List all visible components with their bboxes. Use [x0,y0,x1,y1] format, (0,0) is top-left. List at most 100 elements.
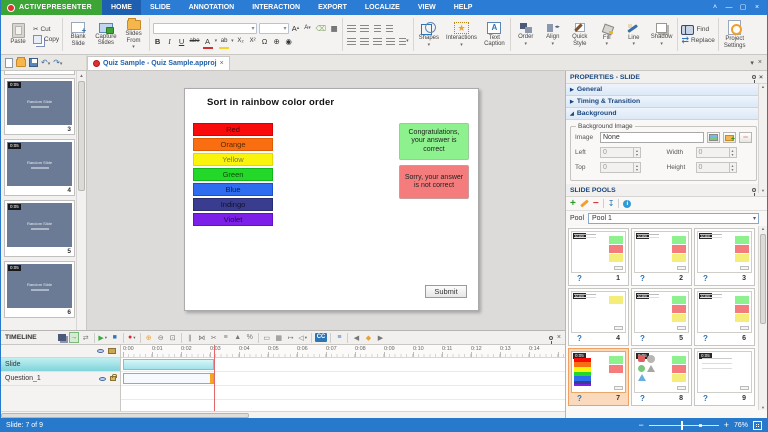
document-tab[interactable]: Quiz Sample - Quiz Sample.approj × [87,56,230,70]
pool-thumb-4[interactable]: 0:05 ? 4 [568,288,629,346]
decrease-indent-icon[interactable] [372,23,382,34]
superscript-button[interactable]: X² [248,36,258,47]
slide-thumb-4[interactable]: 0:05 Random Slide 4 [4,139,75,196]
align-button[interactable]: Align ▾ [541,22,565,47]
cut-button[interactable]: ✂ Cut [33,25,59,34]
question-time-bar[interactable] [123,373,214,384]
slide-title[interactable]: Sort in rainbow color order [207,97,334,108]
all-objects-icon[interactable] [57,332,67,343]
slide-thumb-3[interactable]: 0:05 Random Slide 3 [4,78,75,135]
text-caption-button[interactable]: A Text Caption [482,21,507,49]
add-pool-icon[interactable]: + [570,198,576,209]
spinner-icon[interactable]: ▲ ▼ [729,162,737,173]
lock-icon[interactable] [110,374,117,381]
find-button[interactable]: Find [681,24,714,35]
project-settings-button[interactable]: Project Settings [722,19,748,50]
width-input[interactable]: 0 [695,147,730,158]
bar-yellow[interactable]: Yellow [193,153,273,166]
slide-time-bar[interactable] [123,359,214,370]
section-general[interactable]: ▶ General [566,84,767,96]
pool-thumb-2[interactable]: 0:05 ? 2 [631,228,692,286]
equation-icon[interactable]: ◉ [284,36,294,47]
bar-orange[interactable]: Orange [193,138,273,151]
tab-slide[interactable]: SLIDE [141,0,180,15]
info-icon[interactable]: i [623,199,632,208]
align-center-icon[interactable] [359,36,370,47]
audio-insert-icon[interactable]: ↦ [286,332,296,343]
record-button[interactable]: ● ▾ [127,332,137,343]
spinner-icon[interactable]: ▲ ▼ [634,162,641,173]
zoom-out-button[interactable]: − [638,420,643,430]
align-left-icon[interactable] [346,36,357,47]
collapse-ribbon-icon[interactable]: ˄ [709,3,721,13]
auto-scroll-icon[interactable]: → [68,332,79,343]
bar-indigo[interactable]: Indingo [193,198,273,211]
bar-violet[interactable]: Violet [193,213,273,226]
font-color-button[interactable]: A [203,36,213,47]
close-tab-bar-icon[interactable]: × [758,59,762,66]
speed-icon[interactable]: % [245,332,255,343]
close-panel-icon[interactable]: × [759,74,763,81]
align-right-icon[interactable] [372,36,383,47]
track-question-1[interactable]: Question_1 [1,372,120,386]
subscript-button[interactable]: X₂ [236,36,246,47]
pool-select[interactable]: Pool 1 [588,213,759,224]
strikethrough-button[interactable]: abe [189,36,201,47]
scroll-up-icon[interactable]: ▲ [761,84,765,89]
quick-style-button[interactable]: Quick Style [568,21,592,48]
save-icon[interactable] [29,58,38,67]
tab-list-icon[interactable]: ▾ [750,59,754,67]
tab-export[interactable]: EXPORT [309,0,356,15]
zoom-fit-icon[interactable]: ⊡ [168,332,178,343]
justify-icon[interactable] [385,36,396,47]
slides-from-button[interactable]: Slides From ▾ [122,18,146,50]
scroll-down-icon[interactable]: ▼ [759,188,767,193]
font-size-select[interactable] [258,22,289,34]
blank-slide-button[interactable]: Blank Slide [66,21,90,48]
scroll-down-icon[interactable]: ▼ [759,405,767,410]
hyperlink-icon[interactable]: ⊕ [272,36,282,47]
decrease-font-button[interactable]: A ▾ [303,23,313,34]
feedback-incorrect[interactable]: Sorry, your answer is not correct [399,165,469,199]
scroll-up-icon[interactable]: ▲ [761,226,765,231]
interactions-button[interactable]: ★ Interactions ▾ [444,21,479,48]
new-project-icon[interactable] [5,57,13,68]
pool-thumb-8[interactable]: 0:05 ?8 [631,348,692,406]
split-icon[interactable]: ∥ [185,332,195,343]
symbol-button[interactable]: Ω [260,36,270,47]
paste-button[interactable]: Paste [6,22,30,47]
maximize-button[interactable]: ▢ [737,3,749,13]
pin-icon[interactable] [752,188,757,196]
top-input[interactable]: 0 [600,162,634,173]
spinner-icon[interactable]: ▲ ▼ [729,147,737,158]
section-background[interactable]: ◢ Background [566,108,767,120]
blur-area-icon[interactable]: ▦ [274,332,284,343]
slide-thumb-partial[interactable] [4,71,75,75]
timeline-horizontal-scrollbar[interactable] [1,411,565,418]
scroll-up-icon[interactable]: ▲ [77,71,86,80]
line-button[interactable]: Line ▾ [622,22,646,48]
camera-column-icon[interactable] [108,348,116,354]
delete-range-icon[interactable]: ≡ [221,332,231,343]
fill-button[interactable]: Fill ▾ [595,22,619,48]
bold-button[interactable]: B [153,36,163,47]
shapes-button[interactable]: Shapes ▾ [417,21,441,48]
tab-view[interactable]: VIEW [409,0,445,15]
close-button[interactable]: × [751,3,763,13]
closed-captions-icon[interactable]: CC [314,333,328,342]
slide-thumb-5[interactable]: 0:05 Random Slide 5 [4,200,75,257]
zoom-in-button[interactable]: + [724,420,729,430]
delete-pool-icon[interactable]: − [593,198,599,208]
join-icon[interactable]: ⋈ [197,332,207,343]
copy-button[interactable]: Copy [33,35,59,44]
bar-blue[interactable]: Blue [193,183,273,196]
submit-button[interactable]: Submit [425,285,467,298]
eye-icon[interactable] [99,376,106,381]
increase-font-button[interactable]: A ▴ [291,23,301,34]
next-keyframe-icon[interactable]: ▶ [375,332,385,343]
zoom-out-icon[interactable]: ⊖ [156,332,166,343]
tab-localize[interactable]: LOCALIZE [356,0,409,15]
bar-green[interactable]: Green [193,168,273,181]
chevron-down-icon[interactable]: ▾ [215,39,218,44]
remove-image-button[interactable]: − [739,132,752,143]
